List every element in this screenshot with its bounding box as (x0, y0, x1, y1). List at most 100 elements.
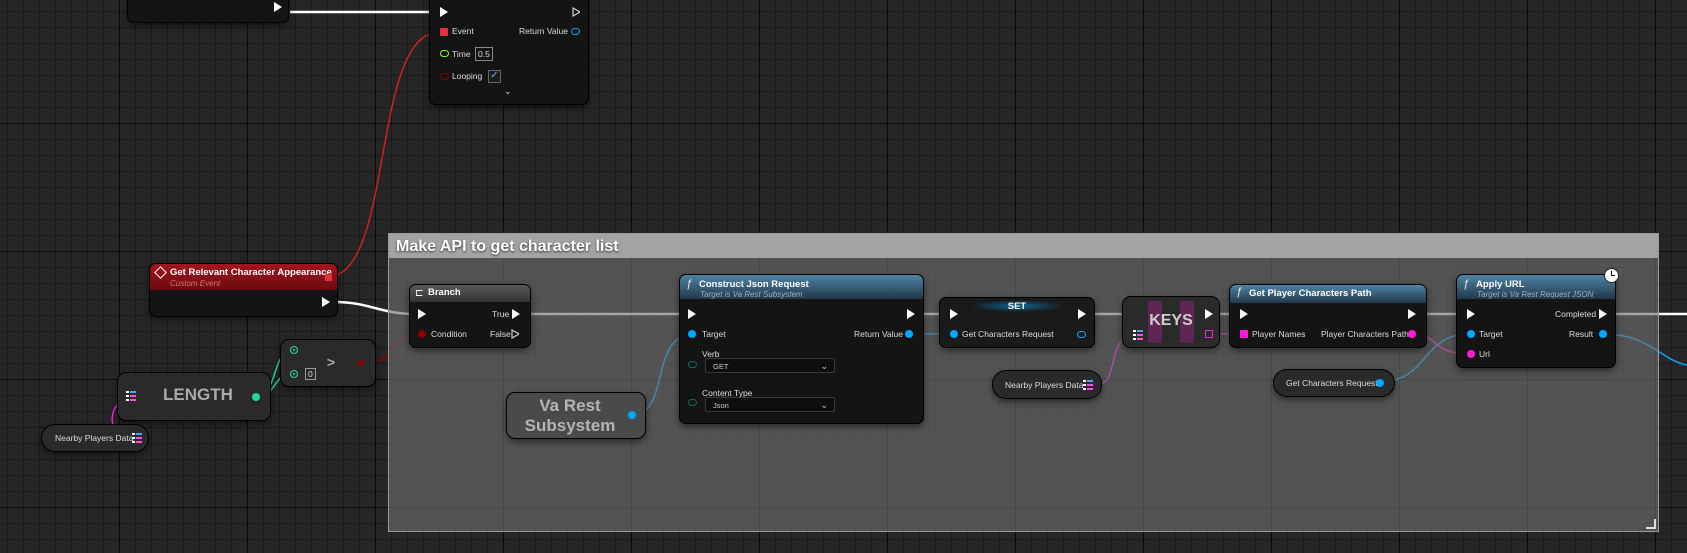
exec-in-pin[interactable] (440, 7, 448, 17)
content-type-value: Json (713, 401, 729, 410)
verb-value: GET (713, 362, 729, 371)
verb-pin[interactable] (688, 361, 697, 368)
length-output-pin[interactable] (252, 393, 260, 401)
return-value-pin[interactable] (571, 28, 580, 35)
partial-node-top[interactable] (128, 0, 288, 22)
exec-out-pin[interactable] (907, 309, 915, 319)
timer-node[interactable]: Event Return Value Time 0.5 Looping ✓ ⌄ (430, 0, 588, 104)
nearby-players-label: Nearby Players Data (1005, 380, 1084, 390)
exec-in-pin[interactable] (418, 309, 426, 319)
latent-clock-icon (1604, 268, 1619, 283)
function-icon: ƒ (686, 278, 693, 290)
greater-than-operator: > (326, 354, 336, 370)
nearby-players-data-left[interactable]: Nearby Players Data (42, 425, 148, 451)
subsystem-line1: Va Rest (539, 396, 601, 415)
exec-in-pin[interactable] (688, 309, 696, 319)
url-label: Url (1479, 349, 1490, 359)
compare-a-pin[interactable] (290, 346, 298, 354)
exec-in-pin[interactable] (1240, 309, 1248, 319)
false-exec-pin[interactable] (511, 329, 519, 339)
construct-json-title: Construct Json Request (699, 279, 809, 290)
length-input-pin[interactable] (126, 391, 136, 401)
nearby-players-label: Nearby Players Data (55, 433, 134, 443)
return-value-label: Return Value (519, 26, 568, 36)
result-pin[interactable] (1599, 330, 1607, 338)
completed-exec-pin[interactable] (1599, 309, 1607, 319)
set-value-pin[interactable] (950, 330, 958, 338)
return-value-label: Return Value (854, 329, 903, 339)
exec-out-pin[interactable] (1205, 309, 1213, 319)
length-title: LENGTH (163, 385, 233, 404)
false-label: False (490, 329, 511, 339)
array-output-pin[interactable] (132, 433, 142, 443)
time-pin[interactable] (440, 50, 449, 57)
condition-label: Condition (431, 329, 467, 339)
apply-url-subtitle: Target is Va Rest Request JSON (1477, 290, 1594, 299)
comment-resize-handle[interactable] (1646, 519, 1656, 529)
get-player-characters-path-node[interactable]: ƒ Get Player Characters Path Player Name… (1230, 285, 1426, 347)
chevron-down-icon: ⌄ (820, 361, 828, 371)
looping-pin-label: Looping (452, 71, 483, 81)
set-out-pin[interactable] (1077, 331, 1086, 338)
subsystem-line2: Subsystem (524, 416, 616, 435)
exec-out-pin[interactable] (322, 297, 330, 307)
keys-array-output-pin[interactable] (1205, 330, 1213, 338)
looping-pin[interactable] (440, 73, 449, 80)
target-pin[interactable] (688, 330, 696, 338)
compare-b-pin[interactable] (290, 370, 298, 378)
url-pin[interactable] (1467, 350, 1475, 358)
compare-out-pin[interactable] (358, 360, 364, 366)
exec-in-pin[interactable] (1467, 309, 1475, 319)
nearby-players-data-mid[interactable]: Nearby Players Data (993, 371, 1101, 398)
get-chars-request-label: Get Characters Request (1286, 378, 1378, 388)
looping-checkbox[interactable]: ✓ (488, 70, 501, 83)
condition-pin[interactable] (418, 330, 426, 338)
exec-out-pin[interactable] (274, 2, 282, 12)
comment-title[interactable]: Make API to get character list (389, 234, 1658, 258)
time-value-input[interactable]: 0.5 (475, 47, 493, 61)
function-icon: ƒ (1236, 286, 1243, 298)
result-label: Result (1569, 329, 1594, 339)
va-rest-subsystem-node[interactable]: Va Rest Subsystem (507, 393, 645, 438)
target-label: Target (1479, 329, 1503, 339)
event-pin-label: Event (452, 26, 474, 36)
set-var-label: Get Characters Request (962, 329, 1054, 339)
compare-b-value[interactable]: 0 (305, 368, 316, 380)
custom-event-node[interactable]: Get Relevant Character Appearance Custom… (150, 264, 337, 316)
return-value-pin[interactable] (905, 330, 913, 338)
delegate-out-pin[interactable] (325, 274, 332, 281)
length-node[interactable]: LENGTH (118, 373, 270, 420)
true-exec-pin[interactable] (512, 309, 520, 319)
expand-chevron-icon[interactable]: ⌄ (504, 86, 512, 97)
set-node[interactable]: SET Get Characters Request (940, 298, 1094, 347)
player-chars-path-label: Player Characters Path (1321, 329, 1409, 339)
branch-node[interactable]: ⊏ Branch True Condition False (410, 285, 530, 347)
get-characters-request-getter[interactable]: Get Characters Request (1274, 370, 1394, 396)
greater-than-node[interactable]: 0 > (281, 340, 375, 386)
target-pin[interactable] (1467, 330, 1475, 338)
exec-in-pin[interactable] (950, 309, 958, 319)
player-chars-path-pin[interactable] (1408, 330, 1416, 338)
content-type-pin[interactable] (688, 399, 697, 406)
custom-event-subtitle: Custom Event (170, 279, 221, 288)
content-type-dropdown[interactable]: Json ⌄ (705, 397, 835, 412)
verb-dropdown[interactable]: GET ⌄ (705, 358, 835, 373)
exec-out-pin[interactable] (1408, 309, 1416, 319)
getter-out-pin[interactable] (1376, 379, 1384, 387)
keys-map-input-pin[interactable] (1133, 330, 1143, 340)
event-diamond-icon (154, 266, 167, 279)
keys-node[interactable]: KEYS (1123, 297, 1219, 347)
exec-out-pin[interactable] (1078, 309, 1086, 319)
set-title: SET (1007, 301, 1027, 312)
get-player-chars-title: Get Player Characters Path (1249, 288, 1372, 299)
array-output-pin[interactable] (1083, 380, 1093, 390)
exec-out-pin-empty[interactable] (572, 7, 580, 17)
apply-url-node[interactable]: ƒ Apply URL Target is Va Rest Request JS… (1457, 268, 1619, 367)
delegate-pin[interactable] (440, 28, 448, 36)
completed-label: Completed (1555, 309, 1597, 319)
player-names-pin[interactable] (1240, 330, 1248, 338)
subsystem-out-pin[interactable] (628, 411, 636, 419)
construct-json-request-node[interactable]: ƒ Construct Json Request Target is Va Re… (680, 275, 923, 423)
target-label: Target (702, 329, 726, 339)
true-label: True (492, 309, 510, 319)
